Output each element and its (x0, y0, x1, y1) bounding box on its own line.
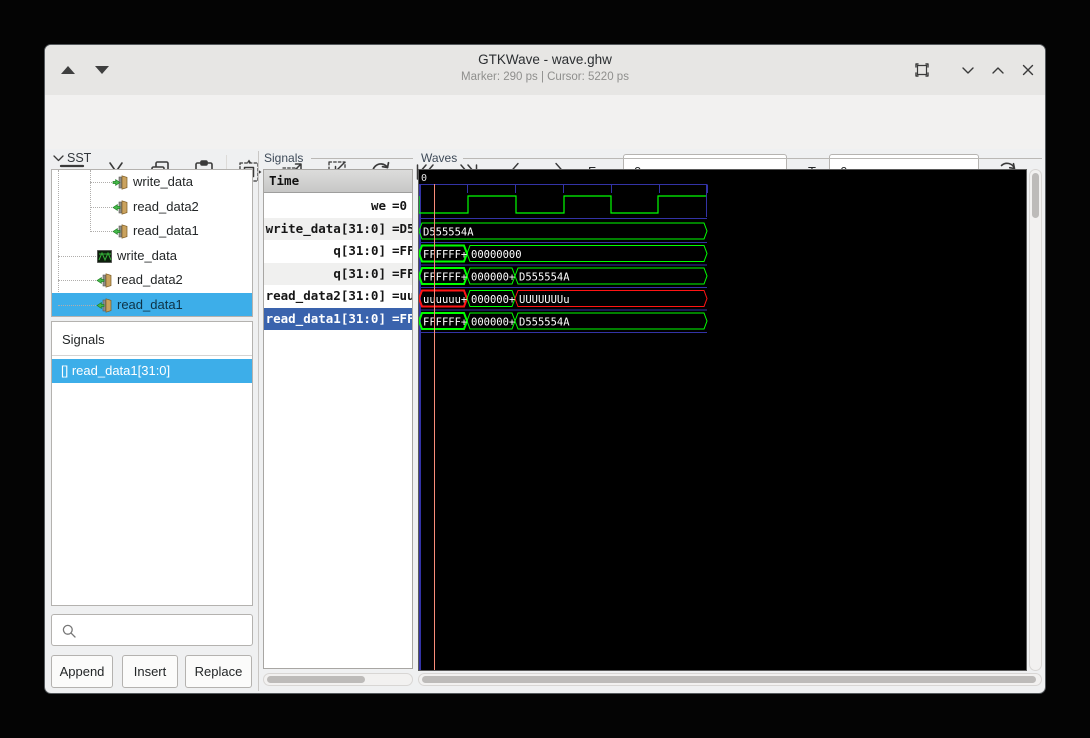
time-column-header[interactable]: Time (264, 170, 412, 193)
signal-name-row-read_data1[31:0][interactable]: read_data1[31:0] =FFFFFFFF (264, 307, 412, 330)
signal-value: =D555554A (392, 220, 412, 236)
tree-item-write_data[interactable]: write_data (52, 170, 252, 195)
insert-button[interactable]: Insert (122, 655, 178, 688)
wave-bus-value: 00000000 (471, 249, 522, 261)
wave-bus-value: D555554A (519, 272, 570, 284)
wave-display-area[interactable]: 0 D555554A FFFFFF+ 00000000 FFFFFF+ 000000+ D5… (417, 169, 1027, 671)
signal-name-row-write_data[31:0][interactable]: write_data[31:0] =D555554A (264, 217, 412, 240)
wave-clock-we (418, 195, 707, 214)
tree-item-label: write_data (133, 174, 193, 189)
append-button[interactable]: Append (51, 655, 113, 688)
waves-hscrollbar[interactable] (418, 673, 1042, 686)
signals-list-panel[interactable]: Signals [] read_data1[31:0] (51, 321, 253, 606)
wave-bus-value: D555554A (519, 317, 570, 329)
signal-name-row-q[31:0][interactable]: q[31:0] =FFFFFFFF (264, 262, 412, 285)
fit-window-icon[interactable] (912, 60, 932, 80)
tree-item-label: read_data1 (117, 297, 183, 312)
wave-bus-value: 000000+ (471, 294, 515, 306)
signal-value: =FFFFFFFF (392, 265, 412, 281)
sst-header: SST (67, 151, 92, 165)
tree-connector (90, 206, 112, 208)
signals-frame-label: Signals (264, 151, 304, 165)
names-hscrollbar-thumb[interactable] (267, 676, 365, 683)
wave-bus-value: 000000+ (471, 272, 515, 284)
tree-item-label: read_data2 (133, 198, 199, 214)
tree-connector (58, 305, 96, 306)
signal-out-icon (112, 223, 129, 240)
marker-cursor-status: Marker: 290 ps | Cursor: 5220 ps (461, 71, 629, 83)
waves-vscrollbar[interactable] (1029, 169, 1042, 671)
tree-connector (58, 255, 96, 257)
toolbar: From: 0 sec To: 6 ns (45, 95, 1045, 190)
replace-button[interactable]: Replace (185, 655, 252, 688)
signal-name-row-read_data2[31:0][interactable]: read_data2[31:0] =uuuuuuuu (264, 285, 412, 308)
frame-line (311, 158, 413, 159)
tree-item-label: write_data (117, 247, 177, 263)
signal-out-icon (112, 199, 129, 216)
names-hscrollbar[interactable] (263, 673, 413, 686)
sst-expander-icon[interactable] (52, 152, 65, 165)
frame-line (463, 158, 1042, 159)
search-icon (62, 624, 76, 638)
signal-name: q[31:0] (333, 243, 386, 258)
tree-connector (90, 231, 112, 233)
waves-vscrollbar-thumb[interactable] (1032, 173, 1039, 218)
signal-in-icon (112, 174, 129, 191)
waves-hscrollbar-thumb[interactable] (422, 676, 1036, 683)
wave-bus-value: FFFFFF+ (423, 317, 467, 329)
wave-bus-value: uuuuuu+ (423, 294, 467, 306)
signal-name-panel[interactable]: Time we =0 write_data[31:0] =D555554A q[31:0… (263, 169, 413, 669)
waves-frame-label: Waves (421, 151, 458, 165)
tree-item-read_data1[interactable]: read_data1 (52, 219, 252, 244)
wave-bus-value: UUUUUUUu (519, 294, 570, 306)
wave-bus-value: FFFFFF+ (423, 272, 467, 284)
tree-item-write_data[interactable]: write_data (52, 244, 252, 269)
close-icon[interactable] (1018, 60, 1038, 80)
signal-value: =0 (392, 198, 408, 213)
divider (52, 355, 252, 356)
net-icon (96, 248, 113, 265)
signal-name: q[31:0] (333, 265, 386, 281)
window-title: GTKWave - wave.ghw (478, 52, 612, 67)
signal-name-row-we[interactable]: we =0 (264, 195, 412, 218)
signal-name: we (370, 198, 386, 213)
signal-name: write_data[31:0] (265, 220, 386, 236)
ruler-zero-label: 0 (421, 173, 427, 184)
tree-item-read_data2[interactable]: read_data2 (52, 268, 252, 293)
tree-item-read_data1[interactable]: read_data1 (52, 293, 252, 316)
signal-out-icon (96, 297, 113, 314)
pane-divider[interactable] (258, 151, 259, 691)
signal-search-input[interactable] (51, 614, 253, 646)
signal-out-icon (96, 272, 113, 289)
tree-connector (58, 280, 96, 282)
signal-name: read_data2[31:0] (265, 288, 386, 303)
signal-value: =uuuuuuuu (392, 288, 412, 303)
chevron-down-icon[interactable] (958, 60, 978, 80)
wave-bus-value: 000000+ (471, 317, 515, 329)
tree-item-label: read_data1 (133, 223, 199, 239)
signals-list-item[interactable]: [] read_data1[31:0] (52, 359, 252, 383)
gtkwave-window: GTKWave - wave.ghw Marker: 290 ps | Curs… (44, 44, 1046, 694)
titlebar[interactable]: GTKWave - wave.ghw Marker: 290 ps | Curs… (45, 45, 1045, 96)
signals-list-header: Signals (62, 332, 105, 347)
wave-bus-value: FFFFFF+ (423, 249, 467, 261)
wave-bus-value: D555554A (423, 227, 474, 239)
signal-name: read_data1[31:0] (265, 310, 386, 326)
tree-item-label: read_data2 (117, 272, 183, 288)
tree-item-read_data2[interactable]: read_data2 (52, 195, 252, 220)
tree-connector (90, 182, 112, 183)
signal-value: =FFFFFFFF (392, 310, 412, 326)
desktop-background: GTKWave - wave.ghw Marker: 290 ps | Curs… (0, 0, 1090, 738)
chevron-up-icon[interactable] (988, 60, 1008, 80)
sst-tree-panel[interactable]: write_data read_data2 read_data1 write_data… (51, 169, 253, 317)
signal-value: =FFFFFFFF (392, 243, 412, 258)
signal-name-row-q[31:0][interactable]: q[31:0] =FFFFFFFF (264, 240, 412, 263)
